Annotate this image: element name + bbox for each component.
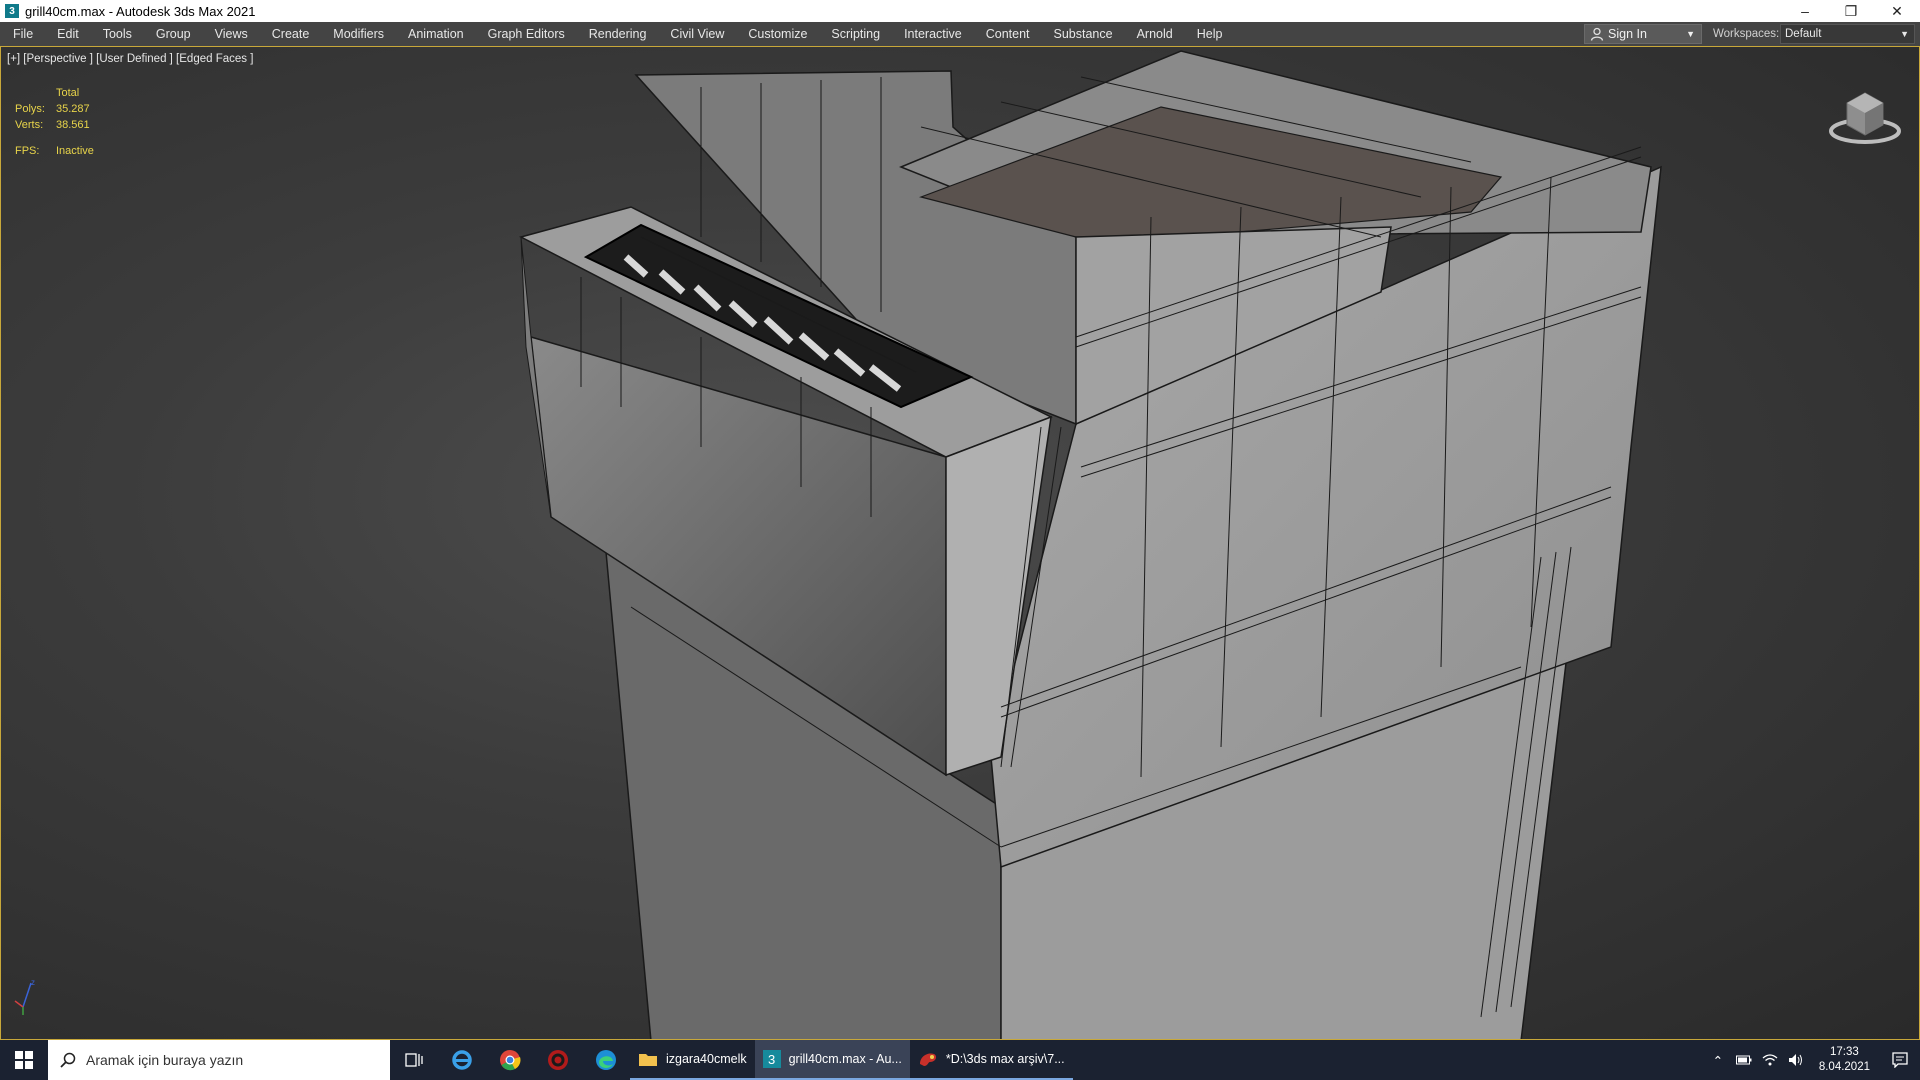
3dsmax-icon: 3	[762, 1050, 781, 1068]
title-bar: 3 grill40cm.max - Autodesk 3ds Max 2021 …	[0, 0, 1920, 22]
menu-rendering[interactable]: Rendering	[577, 22, 659, 46]
chevron-down-icon: ▼	[1686, 29, 1695, 39]
menu-animation[interactable]: Animation	[396, 22, 476, 46]
taskbar-app-3dsmax[interactable]: 3 grill40cm.max - Au...	[754, 1040, 910, 1080]
fps-label: FPS:	[15, 145, 40, 157]
menu-file[interactable]: File	[0, 22, 45, 46]
taskbar-app-label: grill40cm.max - Au...	[788, 1052, 902, 1066]
workspace-select[interactable]: Default ▼	[1780, 24, 1915, 44]
chevron-down-icon: ▼	[1900, 29, 1909, 39]
window-title: grill40cm.max - Autodesk 3ds Max 2021	[25, 3, 256, 19]
minimize-icon[interactable]: –	[1782, 0, 1828, 22]
menu-scripting[interactable]: Scripting	[819, 22, 892, 46]
taskbar-app-paint[interactable]: *D:\3ds max arşiv\7...	[909, 1040, 1073, 1080]
menu-arnold[interactable]: Arnold	[1125, 22, 1185, 46]
menu-edit[interactable]: Edit	[45, 22, 91, 46]
notification-icon[interactable]	[1880, 1040, 1920, 1080]
verts-label: Verts:	[15, 119, 44, 131]
taskbar-clock[interactable]: 17:33 8.04.2021	[1819, 1045, 1870, 1075]
fps-value: Inactive	[56, 145, 94, 157]
3dsmax-app-icon: 3	[5, 4, 19, 18]
viewport-label[interactable]: [+] [Perspective ] [User Defined ] [Edge…	[7, 53, 253, 65]
viewcube-icon[interactable]	[1827, 81, 1903, 153]
sign-in-label: Sign In	[1608, 27, 1647, 41]
clock-time: 17:33	[1830, 1046, 1859, 1058]
davinci-app-icon[interactable]	[534, 1040, 582, 1080]
internet-explorer-icon[interactable]	[438, 1040, 486, 1080]
system-tray: ⌃ 17:33 8.04.2021	[1705, 1040, 1920, 1080]
search-placeholder: Aramak için buraya yazın	[86, 1052, 244, 1068]
chrome-icon[interactable]	[486, 1040, 534, 1080]
menu-graph-editors[interactable]: Graph Editors	[476, 22, 577, 46]
polys-label: Polys:	[15, 103, 45, 115]
statistics-overlay: Total Polys: 35.287 Verts: 38.561 FPS: Inac…	[15, 85, 116, 159]
search-icon	[60, 1052, 76, 1068]
menu-customize[interactable]: Customize	[736, 22, 819, 46]
menu-views[interactable]: Views	[203, 22, 260, 46]
wifi-icon[interactable]	[1757, 1040, 1783, 1080]
folder-icon	[639, 1054, 657, 1066]
svg-text:z: z	[31, 978, 35, 987]
menu-interactive[interactable]: Interactive	[892, 22, 974, 46]
taskbar-app-label: *D:\3ds max arşiv\7...	[945, 1052, 1065, 1066]
battery-icon[interactable]	[1731, 1040, 1757, 1080]
taskbar-app-explorer[interactable]: izgara40cmelk	[630, 1040, 755, 1080]
menu-create[interactable]: Create	[260, 22, 322, 46]
chevron-up-icon[interactable]: ⌃	[1705, 1040, 1731, 1080]
sign-in-button[interactable]: Sign In ▼	[1584, 24, 1702, 44]
restore-icon[interactable]: ❐	[1828, 0, 1874, 22]
start-button[interactable]	[0, 1040, 48, 1080]
windows-logo-icon	[15, 1051, 33, 1069]
taskbar-app-label: izgara40cmelk	[666, 1052, 747, 1066]
perspective-viewport[interactable]: [+] [Perspective ] [User Defined ] [Edge…	[0, 46, 1920, 1040]
menu-group[interactable]: Group	[144, 22, 203, 46]
user-icon	[1590, 27, 1604, 41]
menu-modifiers[interactable]: Modifiers	[321, 22, 396, 46]
polys-value: 35.287	[56, 103, 90, 115]
windows-taskbar: Aramak için buraya yazın izgara40cmelk 3…	[0, 1040, 1920, 1080]
grill-3d-model	[518, 50, 1662, 1039]
close-icon[interactable]: ✕	[1874, 0, 1920, 22]
workspace-value: Default	[1785, 28, 1822, 40]
edge-icon[interactable]	[582, 1040, 630, 1080]
stats-header: Total	[56, 87, 80, 99]
axis-tripod-icon: z	[14, 978, 35, 1015]
svg-text:3: 3	[768, 1052, 775, 1067]
menu-tools[interactable]: Tools	[91, 22, 144, 46]
menu-help[interactable]: Help	[1185, 22, 1235, 46]
menu-civil-view[interactable]: Civil View	[658, 22, 736, 46]
workspaces-label: Workspaces:	[1713, 28, 1780, 40]
paint-icon	[919, 1053, 936, 1066]
verts-value: 38.561	[56, 119, 90, 131]
menu-content[interactable]: Content	[974, 22, 1042, 46]
volume-icon[interactable]	[1783, 1040, 1809, 1080]
taskbar-search-box[interactable]: Aramak için buraya yazın	[48, 1040, 390, 1080]
task-view-icon[interactable]	[390, 1040, 438, 1080]
clock-date: 8.04.2021	[1818, 1061, 1870, 1073]
menu-substance[interactable]: Substance	[1042, 22, 1125, 46]
